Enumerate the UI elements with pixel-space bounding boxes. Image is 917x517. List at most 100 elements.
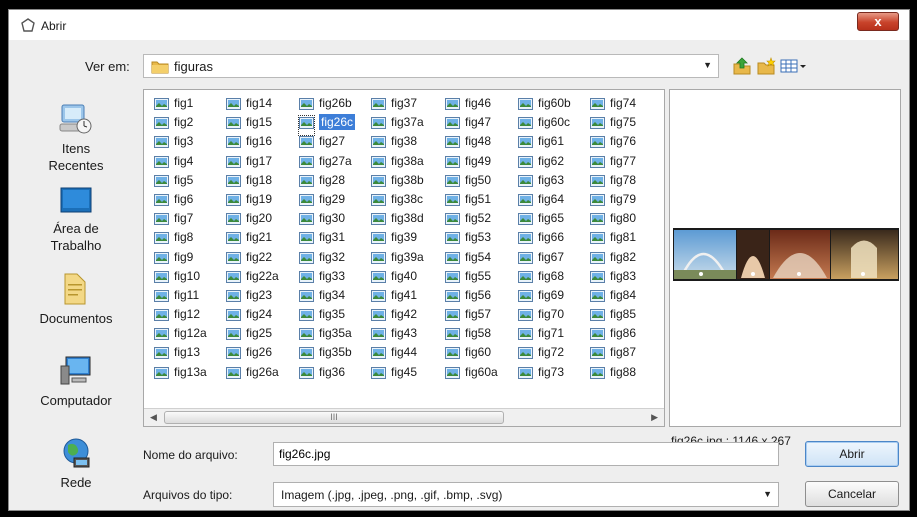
file-item[interactable]: fig5 (154, 171, 207, 190)
file-item[interactable]: fig32 (299, 248, 355, 267)
file-item[interactable]: fig88 (590, 363, 636, 382)
place-computer[interactable]: Computador (17, 354, 135, 409)
file-item[interactable]: fig60a (445, 363, 498, 382)
filename-field[interactable] (273, 442, 779, 466)
file-item[interactable]: fig76 (590, 132, 636, 151)
file-item[interactable]: fig50 (445, 171, 498, 190)
file-item[interactable]: fig30 (299, 209, 355, 228)
file-item[interactable]: fig79 (590, 190, 636, 209)
file-item[interactable]: fig10 (154, 267, 207, 286)
file-item[interactable]: fig12 (154, 305, 207, 324)
file-item[interactable]: fig40 (371, 267, 424, 286)
file-item[interactable]: fig4 (154, 152, 207, 171)
file-item[interactable]: fig52 (445, 209, 498, 228)
file-item[interactable]: fig60c (518, 113, 571, 132)
file-item[interactable]: fig14 (226, 94, 279, 113)
file-item[interactable]: fig26 (226, 343, 279, 362)
up-folder-icon[interactable] (731, 56, 753, 76)
scrollbar-thumb[interactable]: III (164, 411, 504, 424)
file-item[interactable]: fig61 (518, 132, 571, 151)
file-item[interactable]: fig86 (590, 324, 636, 343)
file-item[interactable]: fig35a (299, 324, 355, 343)
file-item[interactable]: fig87 (590, 343, 636, 362)
file-item[interactable]: fig84 (590, 286, 636, 305)
file-item[interactable]: fig13a (154, 363, 207, 382)
file-item[interactable]: fig24 (226, 305, 279, 324)
file-item[interactable]: fig55 (445, 267, 498, 286)
file-item[interactable]: fig38c (371, 190, 424, 209)
file-item[interactable]: fig49 (445, 152, 498, 171)
file-item[interactable]: fig42 (371, 305, 424, 324)
file-item[interactable]: fig75 (590, 113, 636, 132)
file-item[interactable]: fig80 (590, 209, 636, 228)
file-item[interactable]: fig57 (445, 305, 498, 324)
open-button[interactable]: Abrir (805, 441, 899, 467)
file-item[interactable]: fig33 (299, 267, 355, 286)
look-in-combo[interactable]: figuras ▼ (143, 54, 719, 78)
file-item[interactable]: fig35 (299, 305, 355, 324)
file-item[interactable]: fig18 (226, 171, 279, 190)
file-item[interactable]: fig60 (445, 343, 498, 362)
scroll-left-icon[interactable]: ◀ (150, 412, 157, 423)
file-item[interactable]: fig17 (226, 152, 279, 171)
file-item[interactable]: fig20 (226, 209, 279, 228)
filename-input[interactable] (279, 447, 769, 461)
new-folder-icon[interactable] (755, 56, 777, 76)
file-item[interactable]: fig27 (299, 132, 355, 151)
file-item[interactable]: fig22a (226, 267, 279, 286)
scroll-right-icon[interactable]: ▶ (651, 412, 658, 423)
file-item[interactable]: fig72 (518, 343, 571, 362)
file-item[interactable]: fig3 (154, 132, 207, 151)
file-item[interactable]: fig69 (518, 286, 571, 305)
horizontal-scrollbar[interactable]: ◀ III ▶ (144, 408, 664, 426)
file-item[interactable]: fig64 (518, 190, 571, 209)
file-item[interactable]: fig23 (226, 286, 279, 305)
file-item[interactable]: fig82 (590, 248, 636, 267)
file-item[interactable]: fig60b (518, 94, 571, 113)
file-item[interactable]: fig8 (154, 228, 207, 247)
file-item[interactable]: fig45 (371, 363, 424, 382)
file-item[interactable]: fig47 (445, 113, 498, 132)
file-item[interactable]: fig78 (590, 171, 636, 190)
file-item[interactable]: fig31 (299, 228, 355, 247)
file-item[interactable]: fig26a (226, 363, 279, 382)
file-item[interactable]: fig35b (299, 343, 355, 362)
file-item[interactable]: fig66 (518, 228, 571, 247)
close-button[interactable]: x (857, 12, 899, 31)
file-item[interactable]: fig1 (154, 94, 207, 113)
file-item[interactable]: fig13 (154, 343, 207, 362)
file-item[interactable]: fig21 (226, 228, 279, 247)
file-item[interactable]: fig12a (154, 324, 207, 343)
file-item[interactable]: fig41 (371, 286, 424, 305)
file-item[interactable]: fig19 (226, 190, 279, 209)
file-item[interactable]: fig29 (299, 190, 355, 209)
file-item[interactable]: fig83 (590, 267, 636, 286)
file-item[interactable]: fig43 (371, 324, 424, 343)
place-desktop[interactable]: Área de Trabalho (17, 186, 135, 254)
file-item[interactable]: fig73 (518, 363, 571, 382)
file-item[interactable]: fig56 (445, 286, 498, 305)
file-item[interactable]: fig54 (445, 248, 498, 267)
file-item[interactable]: fig34 (299, 286, 355, 305)
file-item[interactable]: fig26b (299, 94, 355, 113)
file-item[interactable]: fig25 (226, 324, 279, 343)
file-item[interactable]: fig16 (226, 132, 279, 151)
filetype-combo[interactable]: Imagem (.jpg, .jpeg, .png, .gif, .bmp, .… (273, 482, 779, 507)
file-item[interactable]: fig22 (226, 248, 279, 267)
view-menu-icon[interactable] (779, 56, 809, 76)
file-item[interactable]: fig85 (590, 305, 636, 324)
file-item[interactable]: fig39 (371, 228, 424, 247)
file-item[interactable]: fig37a (371, 113, 424, 132)
place-network[interactable]: Rede (17, 436, 135, 491)
file-item[interactable]: fig77 (590, 152, 636, 171)
file-item[interactable]: fig6 (154, 190, 207, 209)
file-list[interactable]: fig1 fig2 fig3 fig4 fig5 fig6 fig7 fig8 fig9 fig1… (143, 89, 665, 427)
file-item[interactable]: fig36 (299, 363, 355, 382)
file-item[interactable]: fig53 (445, 228, 498, 247)
file-item[interactable]: fig26c (298, 113, 356, 137)
file-item[interactable]: fig81 (590, 228, 636, 247)
file-item[interactable]: fig38a (371, 152, 424, 171)
file-item[interactable]: fig38 (371, 132, 424, 151)
file-item[interactable]: fig74 (590, 94, 636, 113)
file-item[interactable]: fig44 (371, 343, 424, 362)
